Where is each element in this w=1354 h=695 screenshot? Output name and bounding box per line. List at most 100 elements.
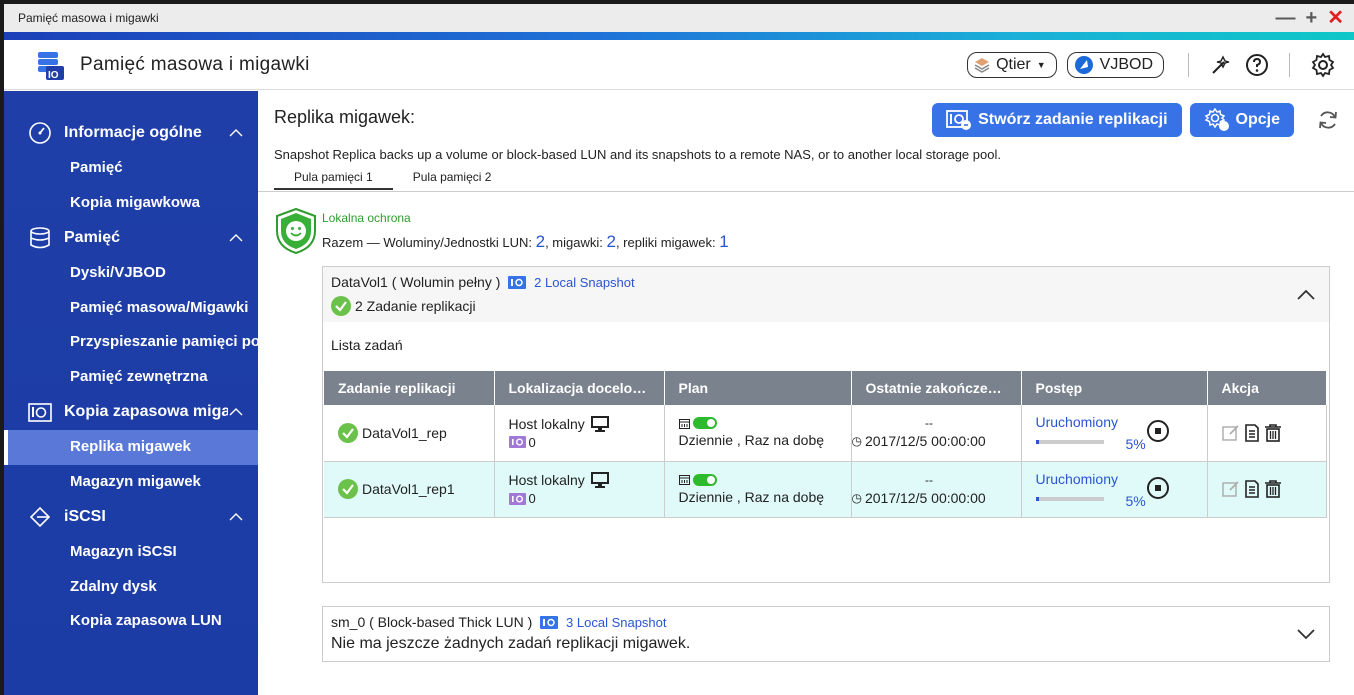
trash-icon[interactable]: [1264, 423, 1282, 442]
main-content: Replika migawek: Stwórz zadanie replikac…: [258, 91, 1354, 695]
no-tasks-message: Nie ma jeszcze żadnych zadań replikacji …: [331, 635, 691, 652]
sidebar-item-memory[interactable]: Pamięć: [4, 151, 258, 186]
sidebar-section-label: Kopia zapasowa migawek: [64, 403, 228, 420]
stop-icon[interactable]: [1146, 476, 1170, 500]
sidebar-item-snapshot-replica[interactable]: Replika migawek: [4, 430, 258, 465]
progress-status[interactable]: Uruchomiony: [1036, 471, 1118, 487]
volume-panel-sm0[interactable]: sm_0 ( Block-based Thick LUN ) 3 Local S…: [322, 606, 1330, 662]
column-header-task[interactable]: Zadanie replikacji: [324, 371, 495, 405]
volume-panel-datavol1: DataVol1 ( Wolumin pełny ) 2 Local Snaps…: [322, 266, 1330, 583]
dashboard-icon: [28, 121, 54, 145]
table-header-row: Zadanie replikacji Lokalizacja docelowa …: [324, 371, 1327, 405]
storage-icon: [28, 226, 54, 250]
last-run-placeholder: --: [925, 472, 933, 487]
log-document-icon[interactable]: [1244, 480, 1260, 498]
sidebar-item-iscsi-storage[interactable]: Magazyn iSCSI: [4, 535, 258, 570]
column-header-location[interactable]: Lokalizacja docelowa: [494, 371, 665, 405]
schedule-toggle[interactable]: [692, 417, 717, 430]
replica-label: , repliki migawek:: [615, 235, 720, 250]
clock-icon: ◷: [851, 434, 862, 449]
stop-icon[interactable]: [1146, 419, 1170, 443]
sidebar-section-iscsi[interactable]: iSCSI: [4, 499, 258, 535]
table-row[interactable]: DataVol1_rep Host lokalny 0 Dziennie , R…: [324, 405, 1327, 462]
options-label: Opcje: [1235, 111, 1280, 128]
trash-icon[interactable]: [1264, 480, 1282, 498]
snapshot-count: 0: [528, 491, 536, 506]
settings-gear-icon[interactable]: [1310, 51, 1336, 78]
app-header: IO Pamięć masowa i migawki Qtier ▼ VJBOD: [4, 40, 1354, 90]
snapshot-link[interactable]: 2 Local Snapshot: [534, 275, 634, 290]
progress-status[interactable]: Uruchomiony: [1036, 414, 1118, 430]
sidebar-item-lun-backup[interactable]: Kopia zapasowa LUN: [4, 604, 258, 639]
volume-header[interactable]: DataVol1 ( Wolumin pełny ) 2 Local Snaps…: [323, 267, 1329, 322]
chevron-up-icon[interactable]: [228, 129, 244, 137]
sidebar-item-snapshot-vault[interactable]: Magazyn migawek: [4, 465, 258, 500]
chevron-up-icon[interactable]: [228, 234, 244, 242]
qtier-button[interactable]: Qtier ▼: [967, 51, 1057, 78]
snapshot-count: 0: [528, 434, 536, 450]
replication-task-count: 2 Zadanie replikacji: [355, 298, 476, 314]
replication-table: Zadanie replikacji Lokalizacja docelowa …: [324, 371, 1327, 518]
magic-wand-icon[interactable]: [1209, 53, 1233, 77]
help-icon[interactable]: [1245, 53, 1269, 77]
column-header-plan[interactable]: Plan: [664, 371, 852, 405]
chevron-down-icon: ▼: [1036, 59, 1046, 70]
task-list-title: Lista zadań: [331, 337, 403, 353]
tab-divider: [258, 191, 1354, 192]
computer-icon: [590, 415, 609, 432]
sidebar-section-label: Informacje ogólne: [64, 124, 202, 141]
sidebar-section-label: iSCSI: [64, 508, 106, 525]
sidebar-item-external-storage[interactable]: Pamięć zewnętrzna: [4, 360, 258, 395]
sidebar-section-overview[interactable]: Informacje ogólne: [4, 115, 258, 151]
sidebar-item-storage-snapshots[interactable]: Pamięć masowa/Migawki: [4, 291, 258, 326]
plan-text: Dziennie , Raz na dobę: [678, 432, 825, 449]
column-header-action[interactable]: Akcja: [1207, 371, 1327, 405]
refresh-icon[interactable]: [1316, 108, 1340, 132]
schedule-toggle[interactable]: [692, 473, 717, 486]
minimize-button[interactable]: —: [1276, 8, 1296, 28]
page-title: Replika migawek:: [274, 107, 416, 127]
vjbod-icon: [1074, 55, 1093, 74]
vjbod-label: VJBOD: [1099, 55, 1153, 73]
computer-icon: [590, 472, 609, 488]
location-label: Host lokalny: [508, 472, 585, 488]
vjbod-button[interactable]: VJBOD: [1066, 51, 1164, 78]
create-replication-button[interactable]: Stwórz zadanie replikacji: [932, 103, 1182, 137]
sidebar-item-cache-acceleration[interactable]: Przyspieszanie pamięci podręcznej: [4, 325, 258, 360]
tab-pool-1[interactable]: Pula pamięci 1: [274, 168, 393, 190]
log-document-icon[interactable]: [1244, 423, 1260, 442]
replica-count: 1: [719, 232, 729, 251]
volume-name: sm_0 ( Block-based Thick LUN ): [331, 614, 533, 630]
chevron-up-icon[interactable]: [228, 408, 244, 416]
sidebar-section-snapshot-backup[interactable]: Kopia zapasowa migawek: [4, 394, 258, 430]
close-button[interactable]: ✕: [1327, 8, 1344, 28]
calendar-icon: [678, 475, 690, 485]
sidebar-section-storage[interactable]: Pamięć: [4, 220, 258, 256]
table-row[interactable]: DataVol1_rep1 Host lokalny 0 Dziennie , …: [324, 461, 1327, 518]
plan-text: Dziennie , Raz na dobę: [678, 488, 825, 505]
options-button[interactable]: Opcje: [1189, 103, 1294, 137]
edit-icon[interactable]: [1221, 424, 1240, 442]
column-header-last-finished[interactable]: Ostatnie zakończenie: [851, 371, 1022, 405]
maximize-button[interactable]: +: [1306, 8, 1318, 28]
accent-bar: [4, 32, 1354, 40]
sidebar-item-remote-disk[interactable]: Zdalny dysk: [4, 570, 258, 605]
edit-icon[interactable]: [1221, 480, 1240, 498]
tab-pool-2[interactable]: Pula pamięci 2: [393, 168, 512, 190]
sidebar-item-snapshot-copy[interactable]: Kopia migawkowa: [4, 186, 258, 221]
location-label: Host lokalny: [508, 415, 585, 432]
collapse-chevron-icon[interactable]: [1297, 287, 1315, 305]
expand-chevron-icon[interactable]: [1297, 627, 1315, 645]
create-replication-label: Stwórz zadanie replikacji: [978, 111, 1168, 128]
sidebar-item-disks[interactable]: Dyski/VJBOD: [4, 256, 258, 291]
column-header-progress[interactable]: Postęp: [1021, 371, 1208, 405]
check-circle-icon: [331, 296, 351, 316]
window-titlebar: Pamięć masowa i migawki — + ✕: [4, 4, 1354, 32]
chevron-up-icon[interactable]: [228, 513, 244, 521]
snapshot-link[interactable]: 3 Local Snapshot: [566, 615, 666, 630]
last-run-time: 2017/12/5 00:00:00: [864, 489, 986, 506]
last-run-placeholder: --: [925, 416, 933, 431]
snapshot-icon: [508, 492, 526, 505]
check-circle-icon: [338, 422, 358, 443]
snap-label: , migawki:: [545, 235, 607, 250]
